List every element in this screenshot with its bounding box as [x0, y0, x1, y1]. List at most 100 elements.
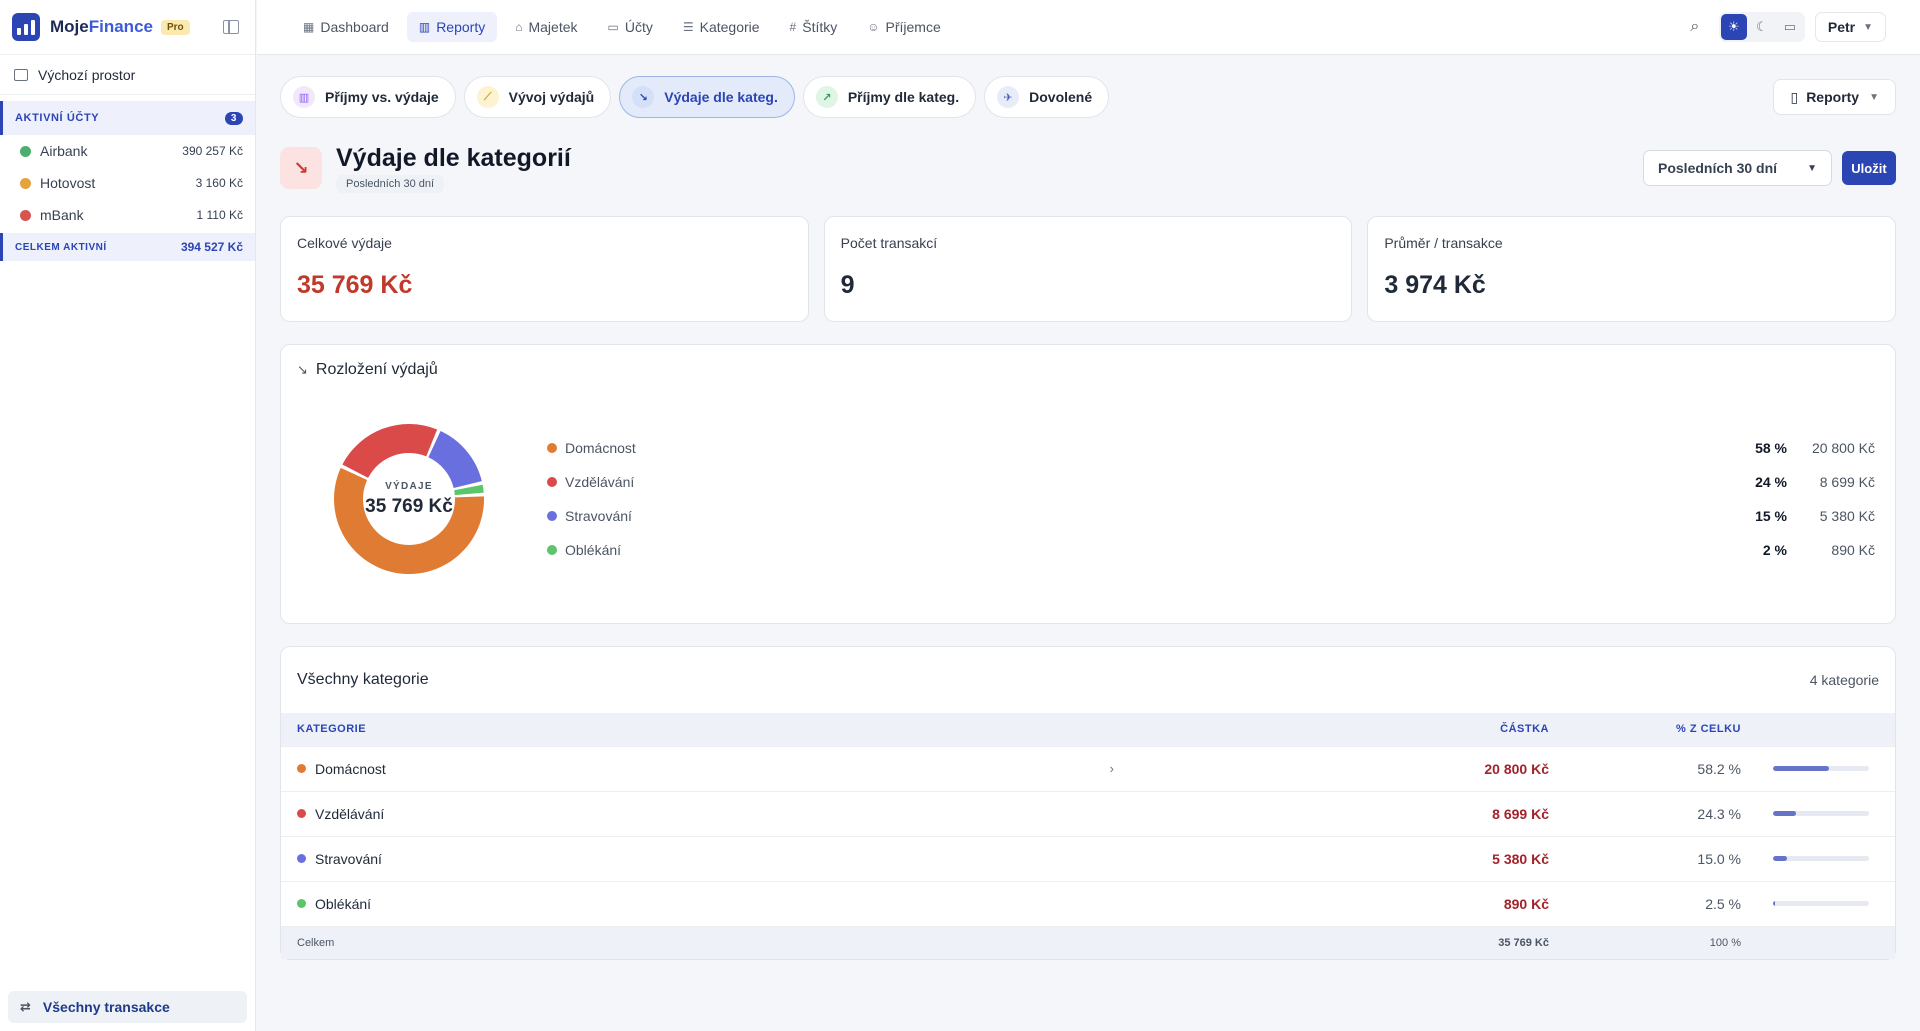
tab-expense-trend[interactable]: ⟋ Vývoj výdajů [463, 76, 612, 118]
brand-name[interactable]: MojeFinance [50, 17, 153, 37]
page-title: Výdaje dle kategorií [336, 143, 571, 172]
account-name: Airbank [40, 143, 88, 159]
table-row[interactable]: Domácnost › 20 800 Kč 58.2 % [281, 745, 1895, 791]
legend-item[interactable]: Oblékání 2 % 890 Kč [547, 533, 1879, 567]
grid-icon: ▦ [303, 20, 315, 34]
user-menu[interactable]: Petr ▼ [1814, 12, 1886, 42]
category-color-dot [297, 764, 306, 773]
percent-cell: 15.0 % [1565, 835, 1765, 881]
legend-item[interactable]: Stravování 15 % 5 380 Kč [547, 499, 1879, 533]
nav-reporty[interactable]: ▥ Reporty [406, 12, 498, 42]
nav-majetek[interactable]: ⌂ Majetek [503, 12, 589, 42]
nav-kategorie[interactable]: ☰ Kategorie [671, 12, 772, 42]
account-item[interactable]: Hotovost 3 160 Kč [0, 167, 255, 199]
sun-icon[interactable]: ☀ [1720, 14, 1747, 40]
brand-part-1: Moje [50, 17, 89, 36]
account-balance: 3 160 Kč [195, 176, 243, 190]
account-name: mBank [40, 207, 84, 223]
main-content: ▥ Příjmy vs. výdaje ⟋ Vývoj výdajů ↘ Výdaje… [280, 56, 1897, 960]
swap-arrows-icon: ⇄ [20, 999, 31, 1014]
tab-label: Výdaje dle kateg. [664, 89, 778, 105]
stat-value: 9 [840, 271, 855, 299]
account-color-dot [20, 209, 31, 221]
stat-card-total-expenses: Celkové výdaje 35 769 Kč [280, 216, 809, 322]
nav-label: Účty [624, 19, 653, 35]
stat-value: 3 974 Kč [1384, 271, 1486, 299]
tab-income-vs-expenses[interactable]: ▥ Příjmy vs. výdaje [280, 76, 456, 118]
share-bar [1773, 766, 1869, 771]
tab-expenses-by-category[interactable]: ↘ Výdaje dle kateg. [619, 76, 795, 118]
legend-label: Oblékání [565, 542, 622, 558]
donut-chart: VÝDAJE 35 769 Kč [309, 399, 509, 599]
total-percent: 100 % [1565, 925, 1765, 959]
share-bar [1773, 901, 1869, 906]
nav-ucty[interactable]: ▭ Účty [596, 12, 665, 42]
legend-percent: 58 % [1755, 440, 1787, 456]
table-row[interactable]: Vzdělávání 8 699 Kč 24.3 % [281, 790, 1895, 836]
sidebar-toggle-icon[interactable] [223, 20, 239, 34]
category-color-dot [297, 854, 306, 863]
table-row[interactable]: Stravování 5 380 Kč 15.0 % [281, 835, 1895, 881]
app-logo-icon[interactable] [12, 13, 40, 41]
category-cell: Stravování [281, 835, 1125, 881]
nav-stitky[interactable]: # Štítky [778, 12, 850, 42]
trend-down-icon: ↘ [297, 362, 308, 377]
legend-item[interactable]: Vzdělávání 24 % 8 699 Kč [547, 465, 1879, 499]
all-transactions-button[interactable]: ⇄ Všechny transakce [8, 991, 247, 1023]
categories-table: KATEGORIE ČÁSTKA % Z CELKU Domácnost › 20 … [281, 713, 1895, 959]
all-transactions-label: Všechny transakce [42, 999, 170, 1015]
column-header-category[interactable]: KATEGORIE [281, 713, 1125, 746]
account-color-dot [20, 177, 31, 189]
chevron-down-icon: ▼ [1807, 162, 1817, 174]
nav-dashboard[interactable]: ▦ Dashboard [291, 12, 401, 42]
stat-cards: Celkové výdaje 35 769 Kč Počet transakcí… [280, 216, 1897, 322]
legend-label: Stravování [565, 508, 632, 524]
share-bar-cell [1765, 790, 1895, 836]
share-bar-cell [1765, 880, 1895, 926]
page-header: ↘ Výdaje dle kategorií Posledních 30 dní… [280, 143, 1896, 193]
legend-item[interactable]: Domácnost 58 % 20 800 Kč [547, 431, 1879, 465]
save-button[interactable]: Uložit [1842, 151, 1896, 185]
chevron-right-icon[interactable]: › [1110, 761, 1114, 776]
table-header: Všechny kategorie 4 kategorie [281, 647, 1895, 713]
table-header-row: KATEGORIE ČÁSTKA % Z CELKU [281, 713, 1895, 746]
moon-icon[interactable]: ☾ [1749, 14, 1775, 40]
stat-label: Průměr / transakce [1384, 235, 1503, 251]
tab-label: Příjmy dle kateg. [847, 89, 960, 105]
accounts-total-value: 394 527 Kč [180, 240, 243, 254]
tag-tree-icon: ☰ [682, 20, 694, 34]
active-accounts-header[interactable]: AKTIVNÍ ÚČTY 3 [0, 101, 255, 135]
legend-color-dot [547, 477, 557, 487]
account-item[interactable]: Airbank 390 257 Kč [0, 135, 255, 167]
legend-label: Domácnost [565, 440, 636, 456]
share-bar-cell [1765, 745, 1895, 791]
accounts-total-label: CELKEM AKTIVNÍ [15, 241, 107, 253]
amount-cell: 5 380 Kč [1125, 835, 1565, 881]
column-header-amount[interactable]: ČÁSTKA [1125, 713, 1565, 746]
sidebar: MojeFinance Pro Výchozí prostor AKTIVNÍ … [0, 0, 256, 1031]
table-row[interactable]: Oblékání 890 Kč 2.5 % [281, 880, 1895, 926]
workspace-selector[interactable]: Výchozí prostor [0, 55, 255, 95]
amount-cell: 8 699 Kč [1125, 790, 1565, 836]
tab-label: Vývoj výdajů [508, 89, 595, 105]
search-icon[interactable]: ⌕ [1681, 13, 1709, 41]
donut-center: VÝDAJE 35 769 Kč [309, 399, 509, 599]
panel-title: Rozložení výdajů [315, 361, 438, 378]
plane-icon: ✈ [997, 86, 1020, 108]
legend-amount: 8 699 Kč [1819, 474, 1875, 490]
categories-table-panel: Všechny kategorie 4 kategorie KATEGORIE … [280, 646, 1896, 960]
nav-prijemce[interactable]: ☺ Příjemce [855, 12, 953, 42]
trend-down-icon: ↘ [632, 86, 655, 108]
bank-icon: ⌂ [515, 20, 523, 34]
monitor-icon[interactable]: ▭ [1777, 14, 1803, 40]
legend-color-dot [547, 511, 557, 521]
period-select[interactable]: Posledních 30 dní ▼ [1643, 150, 1832, 186]
stat-card-transaction-count: Počet transakcí 9 [823, 216, 1353, 322]
tab-income-by-category[interactable]: ↗ Příjmy dle kateg. [802, 76, 977, 118]
share-bar [1773, 856, 1869, 861]
logo-row: MojeFinance Pro [0, 0, 255, 55]
tab-vacations[interactable]: ✈ Dovolené [984, 76, 1110, 118]
column-header-percent[interactable]: % Z CELKU [1565, 713, 1765, 746]
reports-dropdown[interactable]: ▯ Reporty ▼ [1773, 79, 1896, 115]
account-item[interactable]: mBank 1 110 Kč [0, 199, 255, 231]
